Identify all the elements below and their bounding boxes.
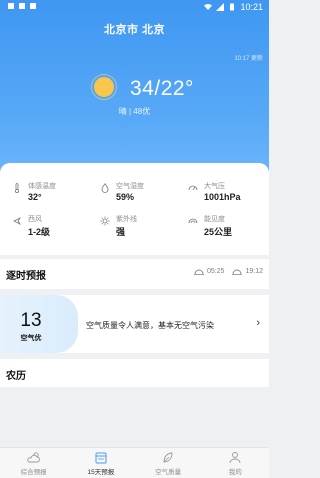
detail-label: 能见度 [204,216,225,223]
wind-icon [13,216,22,226]
wifi-icon [204,4,213,10]
lunar-calendar-section[interactable]: 农历 [0,359,269,387]
detail-uv: 紫外线 强 [88,212,173,246]
calendar-icon [95,452,107,464]
visibility-icon [188,218,198,224]
tab-label: 15天预报 [87,469,115,476]
detail-value: 59% [116,192,135,202]
city-name[interactable]: 北京市 北京 [0,21,269,37]
sunrise-icon [193,269,204,275]
detail-label: 空气湿度 [116,183,144,190]
detail-value: 32° [28,192,42,202]
detail-humidity: 空气湿度 59% [88,179,173,213]
battery-icon [230,3,235,11]
leaf-icon [163,452,173,463]
detail-label: 大气压 [204,183,225,190]
tab-overview[interactable]: 综合预报 [0,448,67,478]
detail-label: 体感温度 [28,183,56,190]
detail-value: 强 [116,227,126,237]
tab-air-quality[interactable]: 空气质量 [135,448,202,478]
calendar-title: 农历 [6,371,26,382]
user-icon [229,452,241,464]
droplet-icon [101,183,109,193]
sunny-icon [91,74,117,100]
sunrise-time: 05:25 [206,268,225,275]
hourly-forecast-section[interactable]: 逐时预报 05:25 19:12 [0,259,269,289]
detail-value: 1001hPa [204,192,241,202]
detail-pressure: 大气压 1001hPa [176,179,261,213]
cloud-sun-icon [26,452,40,463]
detail-feels-like: 体感温度 32° [0,179,85,213]
sunset-time: 19:12 [245,268,263,275]
notification-icon [30,3,36,9]
temperature-range: 34/22° [130,77,194,100]
chevron-right-icon[interactable]: › [256,317,260,329]
detail-label: 紫外线 [116,216,137,223]
tab-15-day[interactable]: 15天预报 [67,448,134,478]
signal-icon [216,3,225,11]
detail-label: 西风 [28,216,42,223]
tab-label: 综合预报 [20,469,47,476]
sunset-icon [232,269,243,275]
aqi-level: 空气优 [20,335,42,342]
sunrise-sunset: 05:25 19:12 [193,268,263,275]
detail-visibility: 能见度 25公里 [176,212,261,246]
sun-small-icon [100,216,110,226]
hourly-title: 逐时预报 [6,271,46,282]
status-bar: 10:21 [0,0,269,14]
detail-value: 1-2级 [28,227,51,237]
tab-label: 我的 [228,469,242,476]
gauge-icon [188,185,198,191]
air-quality-card[interactable]: 13 空气优 空气质量令人满意，基本无空气污染 › [0,295,269,353]
notification-icon [8,3,14,9]
tab-label: 空气质量 [155,469,182,476]
detail-wind: 西风 1-2级 [0,212,85,246]
thermometer-icon [15,183,19,193]
weather-condition: 晴 | 48优 [118,107,151,116]
detail-value: 25公里 [204,227,233,237]
clock-time: 10:21 [240,2,263,12]
bottom-tab-bar: 综合预报 15天预报 空气质量 我的 [0,447,269,478]
updated-time: 10:17 更新 [234,56,263,62]
tab-profile[interactable]: 我的 [202,448,269,478]
aqi-value: 13 [20,310,42,331]
weather-details-card: 体感温度 32° 空气湿度 59% 大气压 1001hPa 西风 1-2级 紫外… [0,163,269,255]
notification-icon [19,3,25,9]
aqi-badge: 13 空气优 [0,295,78,353]
aqi-description: 空气质量令人满意，基本无空气污染 [86,321,214,330]
weather-hero: 10:21 北京市 北京 10:17 更新 34/22° 晴 | 48优 [0,0,269,172]
